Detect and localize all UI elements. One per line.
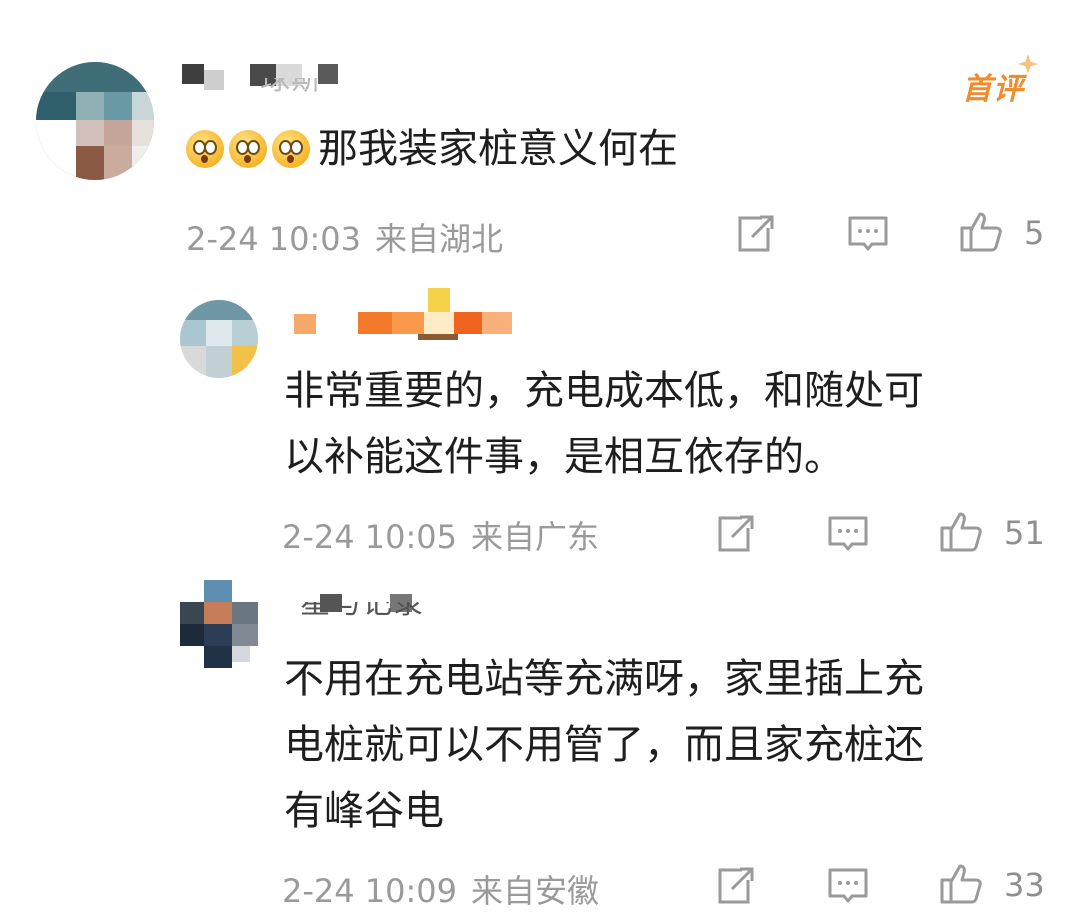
location: 来自安徽 [471, 872, 600, 910]
reply-item: 星与记录 不用在充电站等充满呀，家里插上充 电桩就可以不用管了，而且家充桩还 有… [0, 0, 1080, 918]
comment-meta: 2-24 10:09 来自安徽 [282, 866, 599, 912]
username-partial-text: 星与记录 [300, 586, 424, 621]
thumbs-up-icon[interactable] [938, 862, 982, 906]
comment-icon[interactable] [826, 864, 870, 908]
reply-text: 不用在充电站等充满呀，家里插上充 电桩就可以不用管了，而且家充桩还 有峰谷电 [284, 646, 924, 844]
like-count: 33 [1004, 866, 1045, 904]
reply-text-line: 电桩就可以不用管了，而且家充桩还 [284, 722, 924, 768]
reply-text-line: 不用在充电站等充满呀，家里插上充 [284, 656, 924, 702]
username-redacted[interactable]: 星与记录 [290, 588, 490, 628]
avatar[interactable] [180, 580, 258, 668]
reply-text-line: 有峰谷电 [284, 788, 444, 834]
timestamp: 2-24 10:09 [282, 872, 458, 910]
share-icon[interactable] [712, 864, 756, 908]
